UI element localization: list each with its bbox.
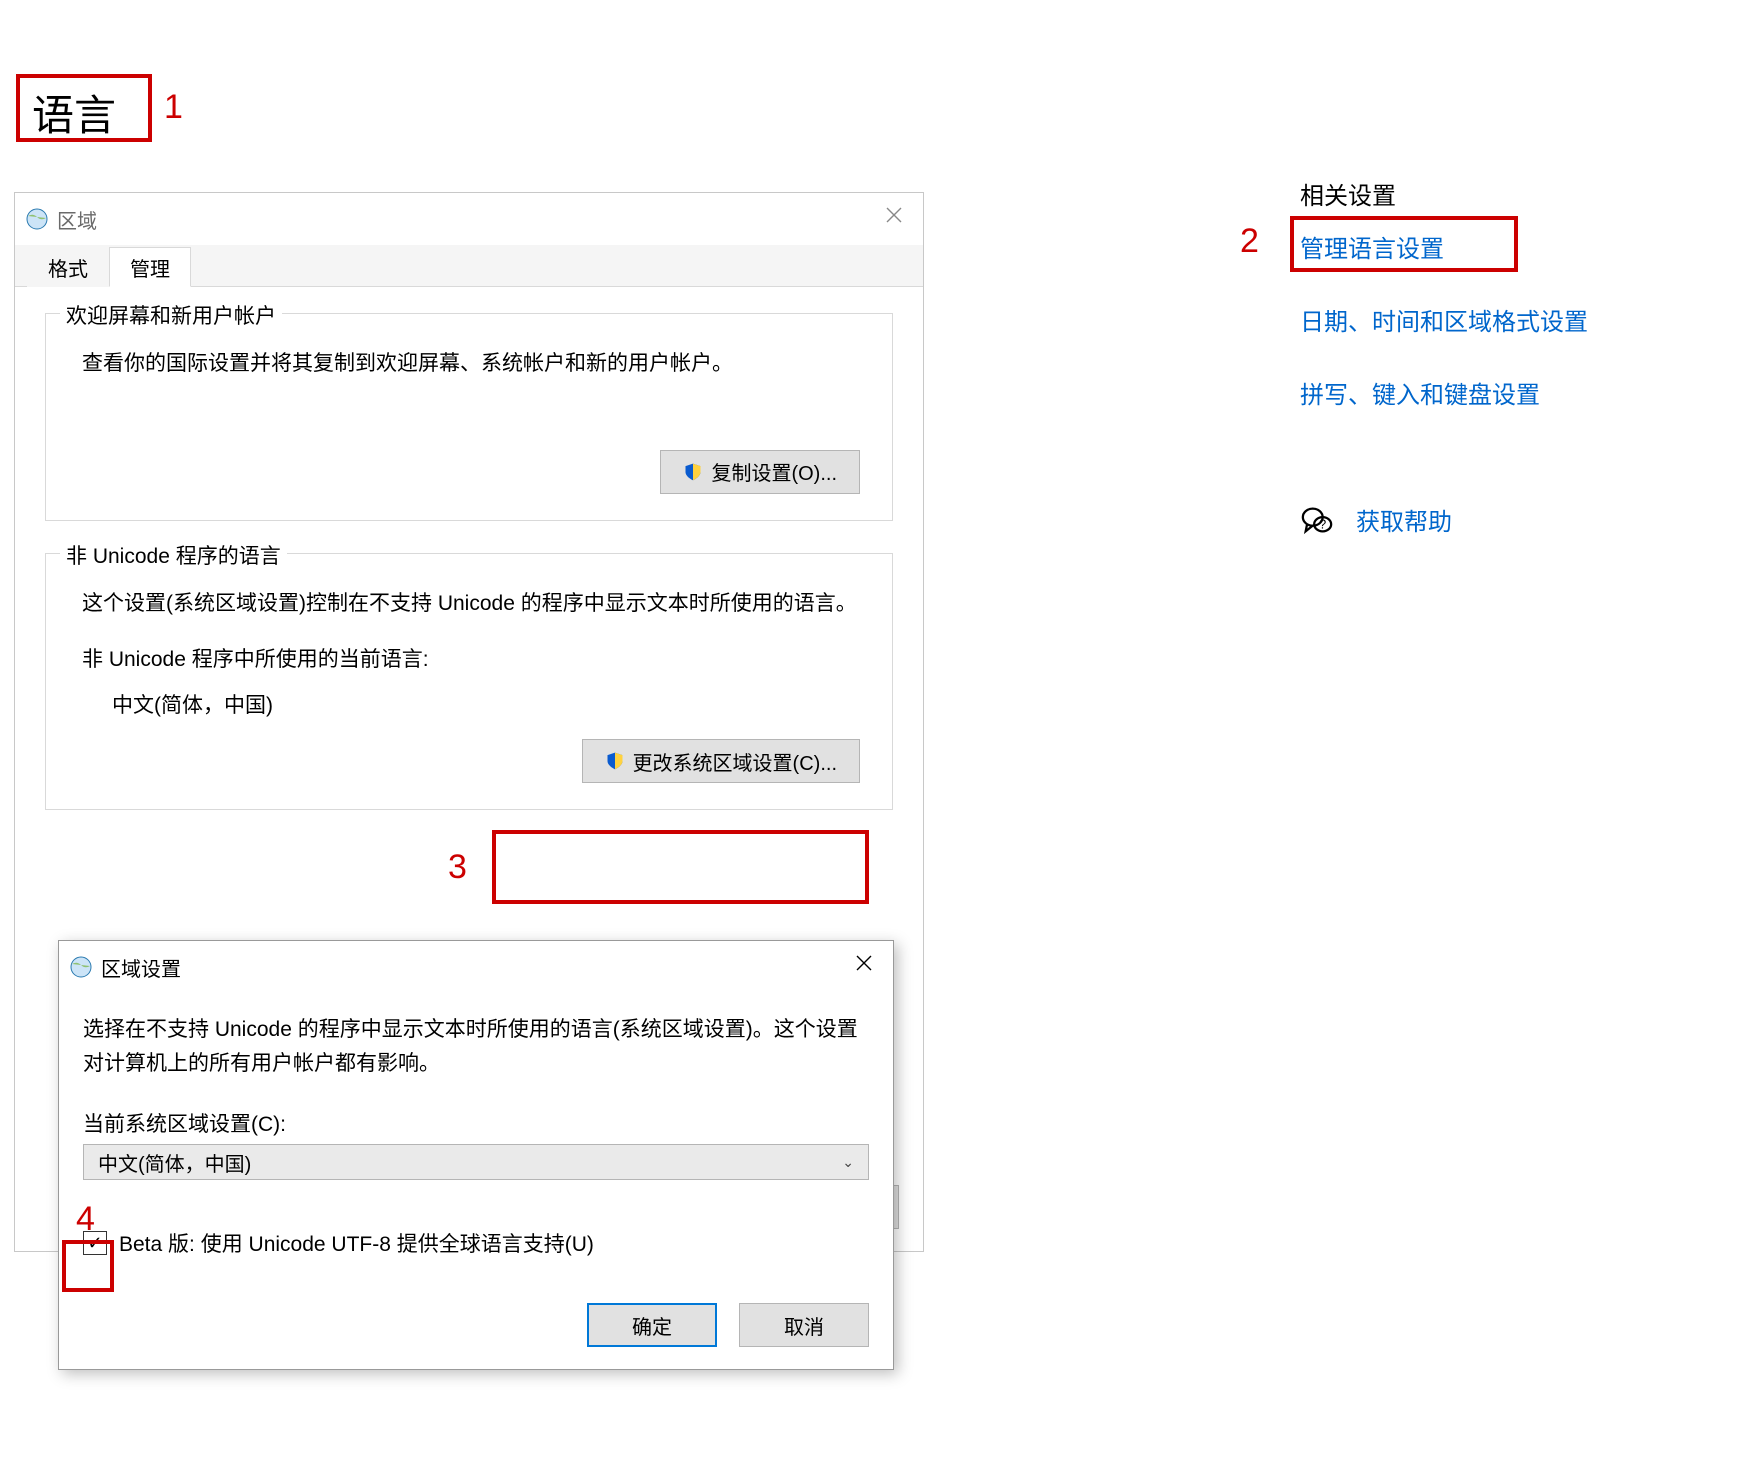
current-locale-select[interactable]: 中文(简体，中国) ⌄ — [83, 1144, 869, 1180]
close-icon — [855, 954, 873, 972]
related-settings-heading: 相关设置 — [1300, 176, 1680, 211]
annotation-box-1 — [16, 74, 152, 142]
region-settings-dialog: 区域设置 选择在不支持 Unicode 的程序中显示文本时所使用的语言(系统区域… — [58, 940, 894, 1370]
change-system-locale-button[interactable]: 更改系统区域设置(C)... — [582, 739, 860, 783]
non-unicode-text: 这个设置(系统区域设置)控制在不支持 Unicode 的程序中显示文本时所使用的… — [82, 586, 870, 622]
globe-icon — [69, 955, 93, 979]
region-dialog-close-button[interactable] — [865, 193, 923, 237]
region-settings-close-button[interactable] — [835, 941, 893, 985]
annotation-number-1: 1 — [164, 88, 183, 127]
region-tabs: 格式 管理 — [15, 245, 923, 287]
chevron-down-icon: ⌄ — [842, 1154, 854, 1171]
globe-icon — [25, 207, 49, 231]
tab-admin[interactable]: 管理 — [109, 247, 191, 287]
annotation-box-2 — [1290, 216, 1518, 272]
annotation-number-2: 2 — [1240, 222, 1259, 261]
beta-utf8-row[interactable]: ✓ Beta 版: 使用 Unicode UTF-8 提供全球语言支持(U) — [83, 1228, 869, 1258]
help-icon: ? — [1300, 503, 1334, 537]
annotation-box-4 — [62, 1240, 114, 1292]
get-help-link[interactable]: 获取帮助 — [1356, 502, 1452, 537]
close-icon — [885, 206, 903, 224]
date-time-region-settings-link[interactable]: 日期、时间和区域格式设置 — [1300, 302, 1680, 337]
non-unicode-group: 非 Unicode 程序的语言 这个设置(系统区域设置)控制在不支持 Unico… — [45, 553, 893, 811]
beta-utf8-label: Beta 版: 使用 Unicode UTF-8 提供全球语言支持(U) — [119, 1228, 594, 1258]
shield-icon — [605, 751, 625, 771]
non-unicode-legend: 非 Unicode 程序的语言 — [60, 540, 287, 570]
welcome-screen-legend: 欢迎屏幕和新用户帐户 — [60, 300, 282, 330]
welcome-screen-group: 欢迎屏幕和新用户帐户 查看你的国际设置并将其复制到欢迎屏幕、系统帐户和新的用户帐… — [45, 313, 893, 521]
copy-settings-button[interactable]: 复制设置(O)... — [660, 450, 860, 494]
region-settings-titlebar: 区域设置 — [59, 941, 893, 993]
region-settings-text: 选择在不支持 Unicode 的程序中显示文本时所使用的语言(系统区域设置)。这… — [83, 1013, 869, 1080]
non-unicode-current-label: 非 Unicode 程序中所使用的当前语言: — [82, 643, 870, 673]
region-dialog-titlebar: 区域 — [15, 193, 923, 245]
svg-text:?: ? — [1319, 516, 1326, 531]
current-locale-label: 当前系统区域设置(C): — [83, 1108, 869, 1138]
annotation-number-3: 3 — [448, 848, 467, 887]
change-system-locale-label: 更改系统区域设置(C)... — [633, 747, 837, 776]
region-settings-title: 区域设置 — [101, 953, 181, 982]
typing-keyboard-settings-link[interactable]: 拼写、键入和键盘设置 — [1300, 375, 1680, 410]
get-help-row[interactable]: ? 获取帮助 — [1300, 502, 1680, 537]
shield-icon — [683, 462, 703, 482]
region-dialog-title: 区域 — [57, 205, 97, 234]
copy-settings-label: 复制设置(O)... — [711, 457, 837, 486]
non-unicode-current-value: 中文(简体，中国) — [112, 689, 870, 719]
region-admin-tab-body: 欢迎屏幕和新用户帐户 查看你的国际设置并将其复制到欢迎屏幕、系统帐户和新的用户帐… — [15, 287, 923, 868]
region-settings-cancel-button[interactable]: 取消 — [739, 1303, 869, 1347]
region-settings-ok-button[interactable]: 确定 — [587, 1303, 717, 1347]
annotation-number-4: 4 — [76, 1200, 95, 1239]
tab-format[interactable]: 格式 — [27, 247, 109, 287]
annotation-box-3 — [492, 830, 869, 904]
welcome-screen-text: 查看你的国际设置并将其复制到欢迎屏幕、系统帐户和新的用户帐户。 — [82, 346, 870, 382]
region-settings-buttons: 确定 取消 — [587, 1303, 869, 1347]
current-locale-value: 中文(简体，中国) — [98, 1148, 251, 1177]
